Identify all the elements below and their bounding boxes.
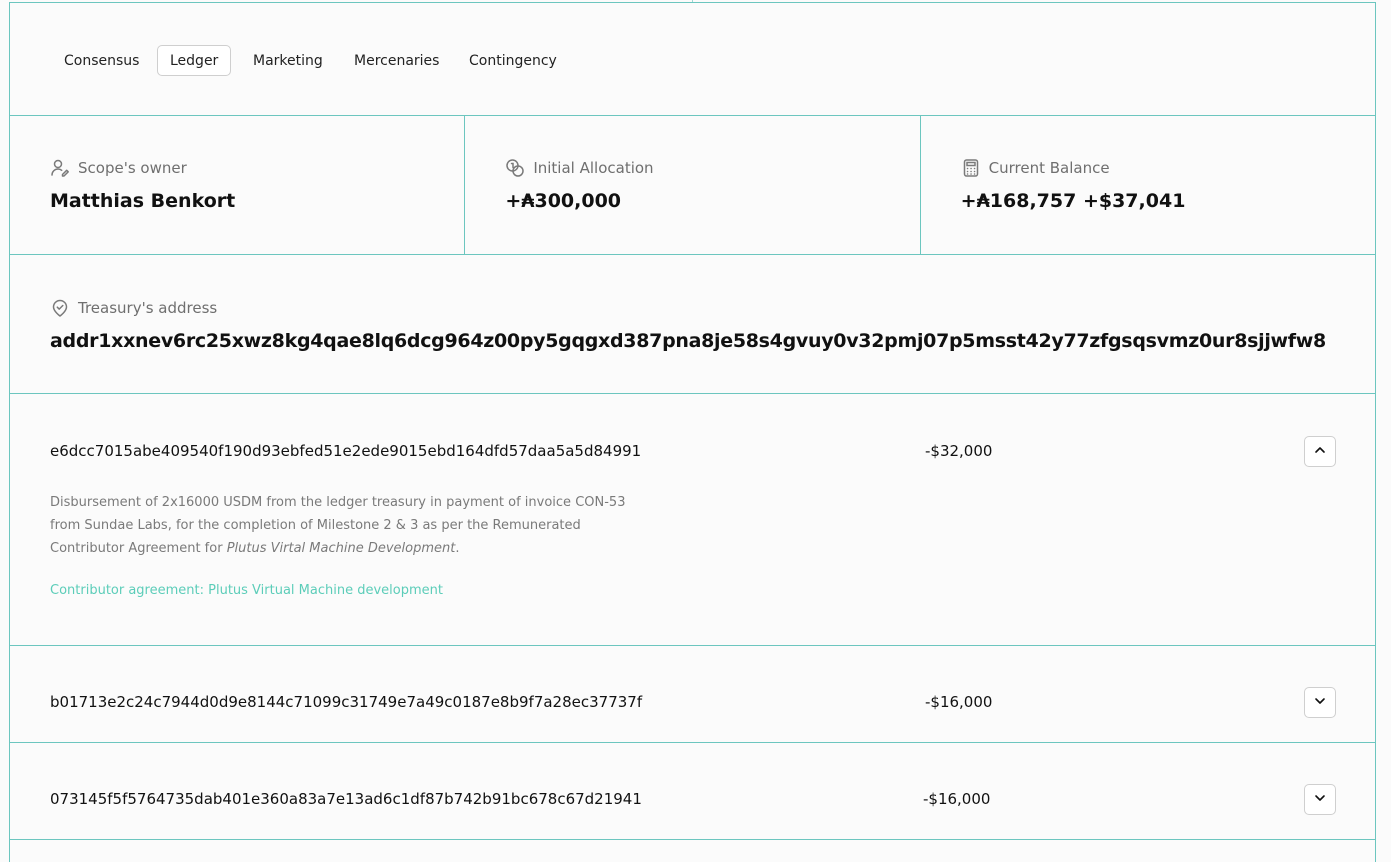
transaction-amount: -$16,000 — [925, 693, 993, 711]
stat-owner: Scope's owner Matthias Benkort — [10, 116, 464, 254]
transaction-description: Disbursement of 2x16000 USDM from the le… — [50, 495, 626, 556]
tab-mercenaries[interactable]: Mercenaries — [341, 45, 452, 76]
tab-marketing[interactable]: Marketing — [240, 45, 336, 76]
stat-owner-value: Matthias Benkort — [50, 190, 236, 212]
transaction-amount: -$16,000 — [923, 790, 991, 808]
transaction-amount: -$32,000 — [925, 442, 993, 460]
transaction-hash[interactable]: e6dcc7015abe409540f190d93ebfed51e2ede901… — [50, 442, 641, 460]
transaction-row: 073145f5f5764735dab401e360a83a7e13ad6c1d… — [10, 743, 1375, 840]
stat-current-balance: Current Balance +₳168,757 +$37,041 — [919, 116, 1375, 254]
treasury-address-value: addr1xxnev6rc25xwz8kg4qae8lq6dcg964z00py… — [50, 330, 1326, 352]
calculator-icon — [961, 158, 981, 178]
tab-consensus[interactable]: Consensus — [51, 45, 152, 76]
treasury-address-section: Treasury's address addr1xxnev6rc25xwz8kg… — [10, 255, 1375, 394]
transaction-hash[interactable]: b01713e2c24c7944d0d9e8144c71099c31749e7a… — [50, 693, 642, 711]
badge-check-icon — [50, 298, 70, 318]
chevron-down-icon — [1313, 790, 1327, 809]
chevron-down-icon — [1313, 693, 1327, 712]
user-icon — [50, 158, 70, 178]
chevron-up-icon — [1313, 442, 1327, 461]
stat-owner-label: Scope's owner — [78, 159, 187, 177]
transaction-hash[interactable]: 073145f5f5764735dab401e360a83a7e13ad6c1d… — [50, 790, 642, 808]
transaction-row: b01713e2c24c7944d0d9e8144c71099c31749e7a… — [10, 646, 1375, 743]
tab-ledger[interactable]: Ledger — [157, 45, 232, 76]
treasury-address-label: Treasury's address — [78, 299, 218, 317]
tab-contingency[interactable]: Contingency — [456, 45, 570, 76]
expand-button[interactable] — [1304, 687, 1336, 718]
stat-initial-allocation: Initial Allocation +₳300,000 — [464, 116, 919, 254]
scope-tabs: Consensus Ledger Marketing Mercenaries C… — [10, 3, 1375, 116]
transaction-row: e6dcc7015abe409540f190d93ebfed51e2ede901… — [10, 394, 1375, 646]
coins-icon — [505, 158, 525, 178]
contributor-agreement-link[interactable]: Contributor agreement: Plutus Virtual Ma… — [50, 583, 443, 598]
stat-balance-value: +₳168,757 +$37,041 — [960, 190, 1186, 212]
stat-allocation-value: +₳300,000 — [505, 190, 622, 212]
scope-stats: Scope's owner Matthias Benkort Initial A… — [10, 116, 1375, 255]
collapse-button[interactable] — [1304, 436, 1336, 467]
stat-balance-label: Current Balance — [988, 159, 1110, 177]
expand-button[interactable] — [1304, 784, 1336, 815]
stat-allocation-label: Initial Allocation — [533, 159, 654, 177]
treasury-panel: Consensus Ledger Marketing Mercenaries C… — [9, 2, 1376, 862]
